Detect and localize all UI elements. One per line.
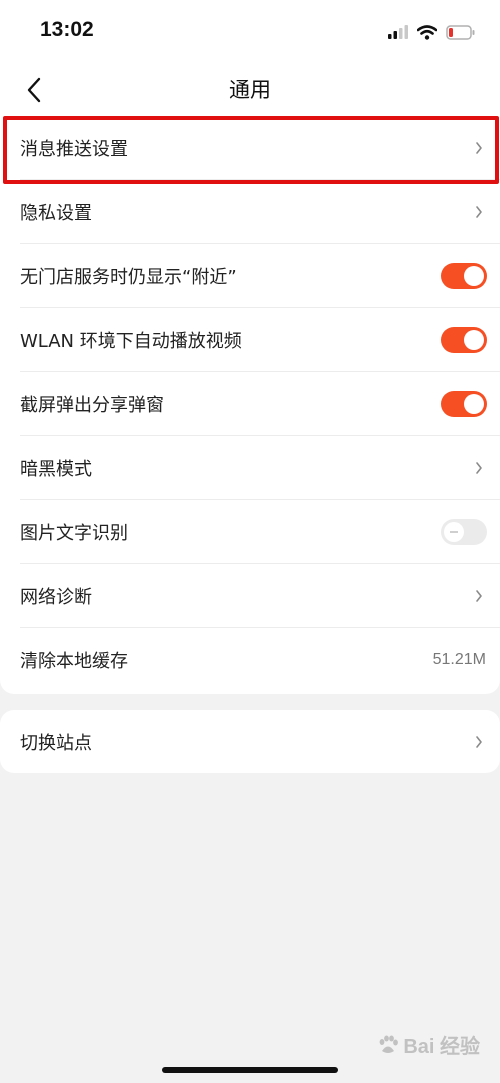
home-indicator [162,1067,338,1073]
toggle-knob [444,522,464,542]
nav-bar: 通用 [0,60,500,116]
wlan-autoplay-toggle[interactable] [441,327,487,353]
settings-row-network-diagnosis[interactable]: 网络诊断 [0,564,500,628]
chevron-right-icon [476,590,482,602]
cache-size-value: 51.21M [432,651,486,668]
watermark: Bai 经验 [377,1030,480,1059]
settings-row-privacy[interactable]: 隐私设置 [0,180,500,244]
settings-row-clear-cache[interactable]: 清除本地缓存 51.21M [0,628,500,692]
toggle-knob [464,330,484,350]
nearby-toggle[interactable] [441,263,487,289]
settings-row-label: 网络诊断 [20,587,92,608]
settings-row-label: 暗黑模式 [20,459,92,480]
chevron-right-icon [476,735,482,748]
cellular-signal-icon [388,25,408,39]
ocr-toggle[interactable] [441,519,487,545]
screenshot-share-toggle[interactable] [441,391,487,417]
settings-row-nearby: 无门店服务时仍显示“附近” [0,244,500,308]
status-icons [388,20,476,44]
settings-row-label: 无门店服务时仍显示“附近” [20,267,237,288]
settings-row-push[interactable]: 消息推送设置 [0,116,500,180]
settings-row-label: 切换站点 [20,732,92,754]
chevron-right-icon [476,462,482,474]
wifi-icon [417,24,437,40]
settings-row-label: 图片文字识别 [20,523,128,544]
toggle-knob [464,394,484,414]
minus-icon [450,531,458,533]
switch-site-card: 切换站点 [0,710,500,773]
chevron-right-icon [476,206,482,218]
status-bar: 13:02 [0,0,500,60]
toggle-knob [464,266,484,286]
page-title: 通用 [229,78,271,102]
settings-row-dark-mode[interactable]: 暗黑模式 [0,436,500,500]
settings-row-wlan-autoplay: WLAN 环境下自动播放视频 [0,308,500,372]
watermark-text: Bai 经验 [403,1036,480,1058]
chevron-right-icon [476,142,482,154]
settings-row-label: WLAN 环境下自动播放视频 [20,331,242,352]
settings-row-label: 消息推送设置 [20,139,128,160]
settings-row-screenshot-share: 截屏弹出分享弹窗 [0,372,500,436]
settings-row-label: 截屏弹出分享弹窗 [20,395,164,416]
status-time: 13:02 [40,18,94,41]
settings-row-switch-site[interactable]: 切换站点 [0,710,500,773]
settings-list: 消息推送设置 隐私设置 无门店服务时仍显示“附近” WLAN 环境下自动播放视频… [0,116,500,694]
paw-icon [379,1035,399,1053]
settings-row-label: 隐私设置 [20,203,92,224]
battery-low-icon [446,24,475,40]
settings-row-label: 清除本地缓存 [20,651,128,672]
settings-row-ocr: 图片文字识别 [0,500,500,564]
